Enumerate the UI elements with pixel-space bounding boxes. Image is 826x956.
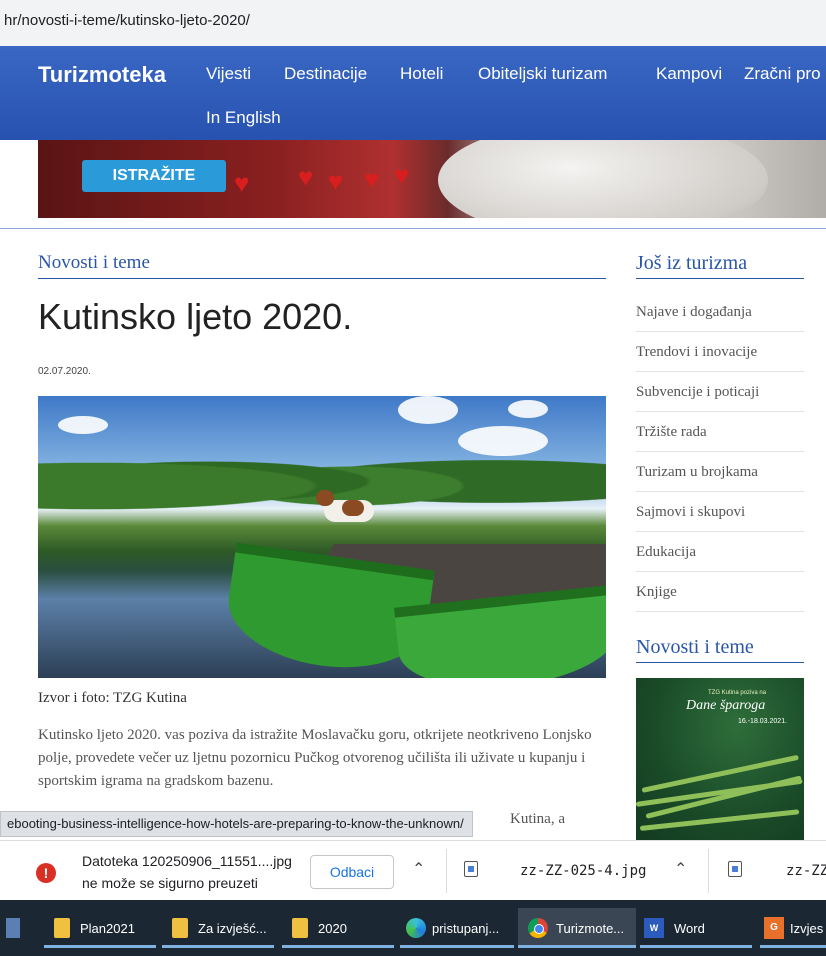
divider — [636, 662, 804, 663]
dog-image — [316, 486, 386, 536]
address-bar[interactable]: hr/novosti-i-teme/kutinsko-ljeto-2020/ — [0, 0, 826, 46]
nav-item-zracni-promet[interactable]: Zračni pro — [744, 64, 821, 84]
article-photo — [38, 396, 606, 678]
calculator-icon[interactable] — [6, 918, 20, 938]
section-title[interactable]: Novosti i teme — [38, 252, 150, 274]
sidebar-title: Još iz turizma — [636, 252, 748, 274]
taskbar-item-2020[interactable]: 2020 — [282, 908, 394, 948]
status-link-preview: ebooting-business-intelligence-how-hotel… — [0, 811, 473, 837]
sidebar-title-news[interactable]: Novosti i teme — [636, 636, 754, 659]
sidebar-item-trendovi[interactable]: Trendovi i inovacije — [636, 332, 804, 372]
explore-button[interactable]: ISTRAŽITE — [82, 160, 226, 192]
url-text[interactable]: hr/novosti-i-teme/kutinsko-ljeto-2020/ — [4, 12, 250, 29]
file-icon — [464, 861, 478, 877]
chrome-icon — [528, 918, 548, 938]
thumbnail-text: TZG Kutina poziva na — [708, 690, 767, 696]
download-error-message: ne može se sigurno preuzeti — [82, 875, 258, 891]
divider — [38, 278, 606, 279]
taskbar-label: Turizmote... — [556, 920, 625, 936]
nav-item-hoteli[interactable]: Hoteli — [400, 64, 443, 84]
sidebar-item-subvencije[interactable]: Subvencije i poticaji — [636, 372, 804, 412]
sidebar-item-sajmovi[interactable]: Sajmovi i skupovi — [636, 492, 804, 532]
sidebar-item-najave[interactable]: Najave i događanja — [636, 292, 804, 332]
article-paragraph: Kutinsko ljeto 2020. vas poziva da istra… — [38, 727, 592, 789]
paragraph-fragment: Kutina, a — [510, 811, 565, 827]
heart-icon: ♥ — [364, 164, 380, 194]
word-icon: W — [644, 918, 664, 938]
folder-icon — [172, 918, 188, 938]
sidebar-item-knjige[interactable]: Knjige — [636, 572, 804, 612]
taskbar-label: Plan2021 — [80, 920, 135, 936]
divider — [446, 849, 447, 893]
nav-item-kampovi[interactable]: Kampovi — [656, 64, 722, 84]
site-navigation: Turizmoteka Vijesti Destinacije Hoteli O… — [0, 46, 826, 140]
taskbar-item-za-izvjesce[interactable]: Za izvješć... — [162, 908, 274, 948]
article-title: Kutinsko ljeto 2020. — [38, 296, 353, 337]
download-item-name[interactable]: zz-ZZ- — [786, 863, 826, 879]
heart-icon: ♥ — [394, 160, 410, 190]
nav-item-vijesti[interactable]: Vijesti — [206, 64, 251, 84]
file-icon — [728, 861, 742, 877]
taskbar-item-word[interactable]: W Word — [640, 908, 752, 948]
divider — [0, 228, 826, 229]
folder-icon — [54, 918, 70, 938]
taskbar-label: pristupanj... — [432, 920, 500, 936]
heart-icon: ♥ — [234, 168, 250, 198]
thumbnail-title: Dane šparoga — [686, 698, 766, 713]
taskbar-label: Izvjes — [790, 920, 824, 936]
taskbar-label: Word — [674, 920, 705, 936]
photo-caption: Izvor i foto: TZG Kutina — [38, 690, 187, 706]
site-logo[interactable]: Turizmoteka — [38, 62, 166, 88]
taskbar-label: Za izvješć... — [198, 920, 267, 936]
download-bar: ! Datoteka 120250906_11551....jpg ne mož… — [0, 840, 826, 900]
nav-item-destinacije[interactable]: Destinacije — [284, 64, 367, 84]
banner-image — [438, 140, 768, 218]
news-thumbnail[interactable]: TZG Kutina poziva na Dane šparoga 16.-18… — [636, 678, 804, 840]
chevron-up-icon[interactable]: ⌃ — [674, 859, 687, 879]
download-item-name[interactable]: zz-ZZ-025-4.jpg — [520, 863, 646, 879]
heart-icon: ♥ — [328, 166, 344, 196]
divider — [636, 278, 804, 279]
taskbar-item-chrome[interactable]: Turizmote... — [518, 908, 636, 948]
folder-icon — [292, 918, 308, 938]
sidebar-item-trziste-rada[interactable]: Tržište rada — [636, 412, 804, 452]
discard-button[interactable]: Odbaci — [310, 855, 394, 889]
taskbar-item-edge[interactable]: pristupanj... — [400, 908, 514, 948]
sidebar-list: Najave i događanja Trendovi i inovacije … — [636, 292, 804, 612]
taskbar-item-pdf[interactable]: G Izvjes — [760, 908, 826, 948]
sidebar-item-turizam-u-brojkama[interactable]: Turizam u brojkama — [636, 452, 804, 492]
error-icon: ! — [36, 863, 56, 883]
nav-item-obiteljski-turizam[interactable]: Obiteljski turizam — [478, 64, 607, 84]
chevron-up-icon[interactable]: ⌃ — [412, 859, 425, 879]
nav-item-in-english[interactable]: In English — [206, 108, 281, 128]
thumbnail-date: 16.-18.03.2021. — [738, 718, 788, 725]
taskbar-label: 2020 — [318, 920, 347, 936]
heart-icon: ♥ — [298, 162, 314, 192]
pdf-icon: G — [764, 917, 784, 939]
taskbar: Plan2021 Za izvješć... 2020 pristupanj..… — [0, 900, 826, 956]
sidebar-item-edukacija[interactable]: Edukacija — [636, 532, 804, 572]
ad-banner[interactable]: ♥ ♥ ♥ ♥ ♥ ISTRAŽITE — [38, 140, 826, 218]
download-error-filename: Datoteka 120250906_11551....jpg — [82, 853, 292, 869]
article-date: 02.07.2020. — [38, 366, 91, 377]
edge-icon — [406, 918, 426, 938]
taskbar-item-plan2021[interactable]: Plan2021 — [44, 908, 156, 948]
divider — [708, 849, 709, 893]
